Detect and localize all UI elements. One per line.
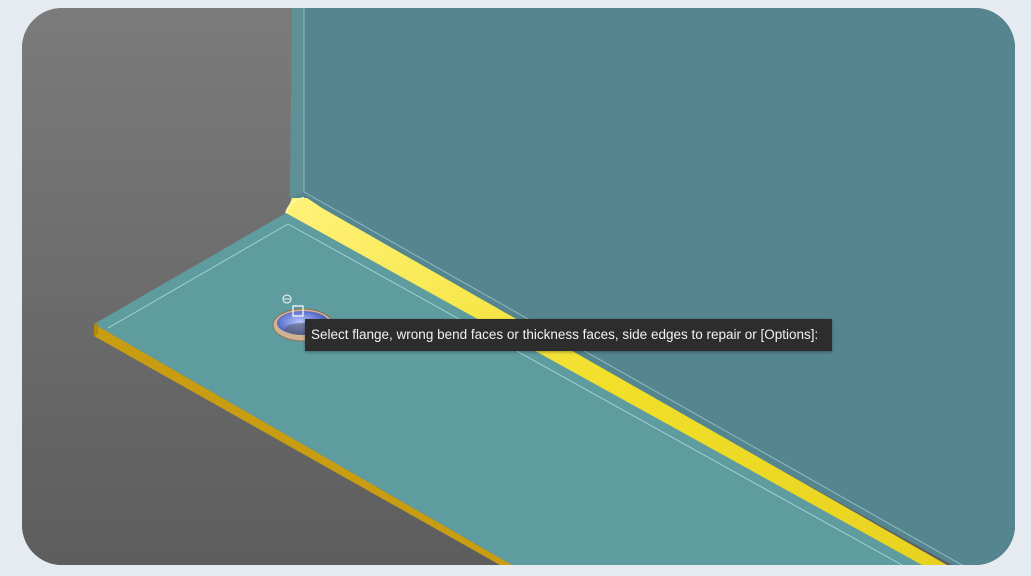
sheet-metal-model[interactable] [22,8,1015,565]
wall-thickness-edge[interactable] [290,8,304,198]
command-prompt-tooltip: Select flange, wrong bend faces or thick… [305,319,833,351]
flange-corner-edge [94,322,98,336]
cad-viewport[interactable]: Select flange, wrong bend faces or thick… [22,8,1015,565]
